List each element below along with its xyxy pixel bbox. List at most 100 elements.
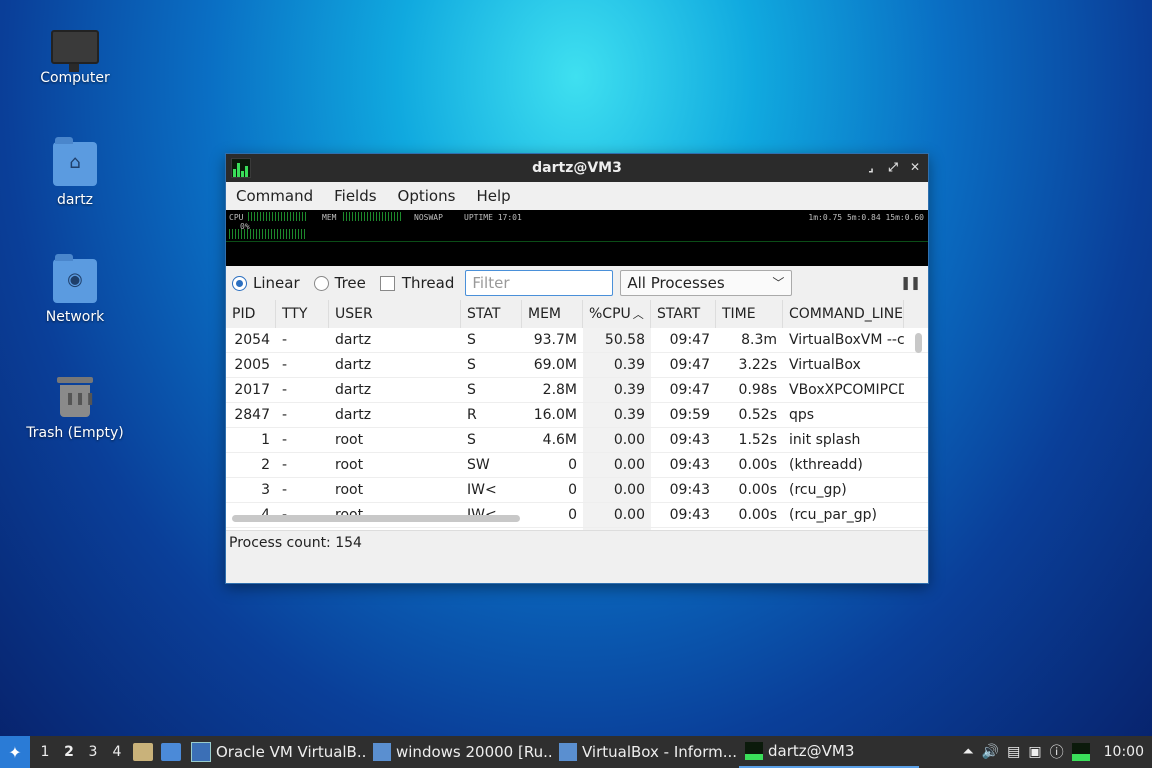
filter-input[interactable] bbox=[465, 270, 614, 296]
home-folder-icon: ⌂ bbox=[53, 137, 97, 186]
column-header-command-line[interactable]: COMMAND_LINE bbox=[783, 300, 904, 328]
network-folder-icon: ◉ bbox=[53, 254, 97, 303]
chevron-down-icon: ﹀ bbox=[772, 276, 785, 290]
menu-options[interactable]: Options bbox=[398, 187, 456, 205]
column-header-mem[interactable]: MEM bbox=[522, 300, 583, 328]
cell-tty: - bbox=[282, 332, 288, 348]
cell-time: 3.22s bbox=[738, 357, 777, 373]
cell-pid: 1 bbox=[261, 432, 270, 448]
linear-radio[interactable]: Linear bbox=[232, 274, 300, 292]
system-graph: CPU MEM NOSWAP UPTIME 17:01 1m:0.75 5m:0… bbox=[226, 210, 928, 266]
task-qps[interactable]: dartz@VM3 bbox=[739, 736, 919, 768]
clipboard-icon[interactable]: ▤ bbox=[1007, 744, 1020, 760]
cell-stat: IW< bbox=[467, 482, 497, 498]
volume-icon[interactable]: 🔊 bbox=[982, 744, 999, 760]
table-row[interactable]: 6-rootIW<00.0009:430.00s(kworker/0:0H-ev bbox=[226, 528, 928, 530]
workspace-4[interactable]: 4 bbox=[105, 744, 129, 760]
window-title: dartz@VM3 bbox=[532, 160, 622, 176]
table-row[interactable]: 2- root SW 0 0.00 09:43 0.00s (kthreadd) bbox=[226, 453, 928, 478]
sort-ascending-icon: ︿ bbox=[632, 308, 644, 321]
cell-tty: - bbox=[282, 482, 288, 498]
desktop-icon-label: dartz bbox=[56, 192, 94, 208]
cell-mem: 0 bbox=[568, 482, 577, 498]
workspace-3[interactable]: 3 bbox=[81, 744, 105, 760]
table-row[interactable]: 1- root S 4.6M 0.00 09:43 1.52s init splash bbox=[226, 428, 928, 453]
table-row[interactable]: 2054- dartz S 93.7M 50.58 09:47 8.3m VirtualBox… bbox=[226, 328, 928, 353]
cell-cpu: 0.39 bbox=[583, 353, 651, 377]
task-virtualbox-info[interactable]: VirtualBox - Inform... bbox=[553, 736, 739, 768]
menu-command[interactable]: Command bbox=[236, 187, 313, 205]
table-row[interactable]: 2847- dartz R 16.0M 0.39 09:59 0.52s qps bbox=[226, 403, 928, 428]
column-header-tty[interactable]: TTY bbox=[276, 300, 329, 328]
table-row[interactable]: 2005- dartz S 69.0M 0.39 09:47 3.22s VirtualBox bbox=[226, 353, 928, 378]
cell-user: dartz bbox=[335, 357, 372, 373]
cell-pid: 2005 bbox=[234, 357, 270, 373]
swap-label: NOSWAP bbox=[414, 213, 443, 222]
workspace-1[interactable]: 1 bbox=[33, 744, 57, 760]
cell-start: 09:43 bbox=[669, 457, 710, 473]
uptime-label: UPTIME 17:01 bbox=[464, 213, 522, 222]
cell-cpu: 0.39 bbox=[583, 403, 651, 427]
cell-time: 0.00s bbox=[738, 457, 777, 473]
process-filter-select[interactable]: All Processes ﹀ bbox=[620, 270, 793, 296]
cell-tty: - bbox=[282, 432, 288, 448]
column-header-start[interactable]: START bbox=[651, 300, 716, 328]
pause-icon[interactable]: ❚❚ bbox=[900, 276, 921, 291]
cell-cpu: 0.00 bbox=[583, 503, 651, 527]
table-body: 2054- dartz S 93.7M 50.58 09:47 8.3m VirtualBox… bbox=[226, 328, 928, 530]
column-header-time[interactable]: TIME bbox=[716, 300, 783, 328]
cell-start: 09:43 bbox=[669, 432, 710, 448]
desktop-icon-label: Trash (Empty) bbox=[26, 425, 124, 441]
desktop-icon-label: Computer bbox=[40, 70, 110, 86]
scroll-up-icon[interactable]: ⏶ bbox=[963, 744, 974, 760]
cell-cpu: 0.00 bbox=[583, 453, 651, 477]
table-header: PID TTY USER STAT MEM %CPU ︿ START TIME C… bbox=[226, 300, 928, 328]
thread-checkbox[interactable]: Thread bbox=[379, 274, 454, 292]
cell-start: 09:47 bbox=[669, 357, 710, 373]
menu-help[interactable]: Help bbox=[476, 187, 510, 205]
clock[interactable]: 10:00 bbox=[1104, 744, 1144, 760]
start-menu-icon[interactable]: ✦ bbox=[0, 736, 30, 768]
cell-mem: 2.8M bbox=[542, 382, 577, 398]
desktop-icon-trash[interactable]: Trash (Empty) bbox=[20, 375, 130, 441]
cell-command-line: (kworker/0:0H-ev bbox=[783, 528, 904, 530]
virtualbox-icon bbox=[191, 742, 211, 762]
task-windows-vm[interactable]: windows 20000 [Ru... bbox=[367, 736, 553, 768]
column-header-pid[interactable]: PID bbox=[226, 300, 276, 328]
cell-user: root bbox=[329, 528, 461, 530]
cell-pid: 2 bbox=[261, 457, 270, 473]
cell-start: 09:59 bbox=[669, 407, 710, 423]
network-icon[interactable]: ▣ bbox=[1028, 744, 1041, 760]
cell-mem: 16.0M bbox=[533, 407, 577, 423]
maximize-icon[interactable]: ⤢ bbox=[886, 158, 900, 176]
workspace-2[interactable]: 2 bbox=[57, 744, 81, 760]
qps-icon bbox=[745, 742, 763, 760]
desktop-icon-network[interactable]: ◉ Network bbox=[20, 254, 130, 325]
cell-time: 0.52s bbox=[738, 407, 777, 423]
desktop-icon-home[interactable]: ⌂ dartz bbox=[20, 137, 130, 208]
window-titlebar[interactable]: dartz@VM3 ⌟ ⤢ ✕ bbox=[226, 154, 928, 182]
show-desktop-icon[interactable] bbox=[161, 743, 181, 761]
load-average-label: 1m:0.75 5m:0.84 15m:0.60 bbox=[808, 213, 924, 222]
file-manager-icon[interactable] bbox=[133, 743, 153, 761]
desktop-icon-computer[interactable]: Computer bbox=[20, 24, 130, 86]
cell-stat: S bbox=[467, 357, 476, 373]
horizontal-scrollbar[interactable] bbox=[232, 515, 520, 522]
minimize-icon[interactable]: ⌟ bbox=[864, 158, 878, 176]
column-header-user[interactable]: USER bbox=[329, 300, 461, 328]
cell-command-line: VirtualBox bbox=[789, 357, 861, 373]
table-row[interactable]: 2017- dartz S 2.8M 0.39 09:47 0.98s VBoxXPCOMIP… bbox=[226, 378, 928, 403]
windows-2000-icon bbox=[373, 743, 391, 761]
column-header-cpu[interactable]: %CPU ︿ bbox=[583, 300, 651, 328]
cell-command-line: (rcu_par_gp) bbox=[789, 507, 877, 523]
cell-start: 09:47 bbox=[669, 332, 710, 348]
qps-tray-icon[interactable] bbox=[1071, 743, 1090, 761]
tree-radio[interactable]: Tree bbox=[313, 274, 366, 292]
column-header-stat[interactable]: STAT bbox=[461, 300, 522, 328]
menu-fields[interactable]: Fields bbox=[334, 187, 376, 205]
table-row[interactable]: 3- root IW< 0 0.00 09:43 0.00s (rcu_gp) bbox=[226, 478, 928, 503]
close-icon[interactable]: ✕ bbox=[908, 158, 922, 176]
vertical-scrollbar[interactable] bbox=[915, 333, 922, 353]
task-oracle-vm[interactable]: Oracle VM VirtualB... bbox=[185, 736, 367, 768]
notification-icon[interactable]: ⓘ bbox=[1050, 742, 1064, 762]
